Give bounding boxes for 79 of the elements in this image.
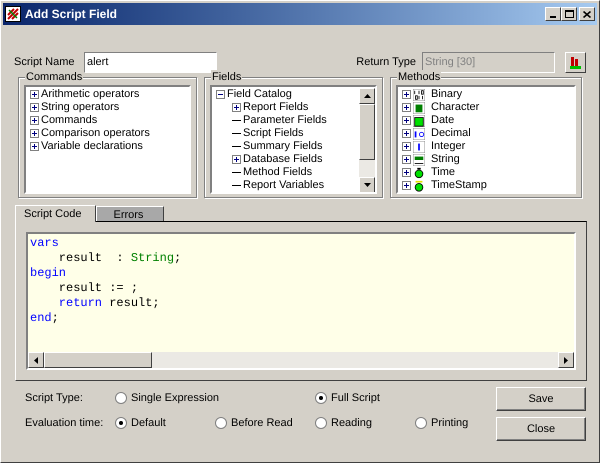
expander-icon[interactable] xyxy=(402,116,411,125)
code-line: return result; xyxy=(58,296,160,311)
return-type-button[interactable] xyxy=(565,52,586,72)
radio-button[interactable] xyxy=(415,417,427,429)
script-name-label: Script Name xyxy=(14,54,76,70)
close-icon xyxy=(583,10,591,18)
tree-line xyxy=(232,146,241,147)
expander-icon[interactable] xyxy=(30,103,39,112)
dialog-button[interactable]: Close xyxy=(496,417,586,441)
tree-list[interactable]: Arithmetic operators String operators Commands Comparison operators Variable declarations xyxy=(24,85,191,194)
dialog-button[interactable]: Save xyxy=(496,387,586,411)
expander-icon[interactable] xyxy=(402,90,411,99)
minimize-icon xyxy=(550,16,556,18)
expander-icon[interactable] xyxy=(402,129,411,138)
app-icon xyxy=(5,6,21,22)
scroll-right-button[interactable] xyxy=(558,352,574,368)
left-arrow-icon xyxy=(34,356,38,364)
code-line: result : String; xyxy=(58,251,182,266)
tab[interactable]: Errors xyxy=(96,206,164,221)
tree-list[interactable]: Field Catalog Report Fields Parameter Fields Script Fields Summary Fields Database Fields Method Fields Report Variables xyxy=(210,85,377,194)
tree-line xyxy=(232,133,241,134)
up-arrow-icon xyxy=(364,94,370,98)
code-line: end; xyxy=(30,311,59,326)
decimal-icon xyxy=(413,128,425,140)
expander-icon[interactable] xyxy=(30,90,39,99)
tab[interactable]: Script Code xyxy=(15,205,96,222)
script-type-label: Script Type: xyxy=(25,390,84,406)
radio-button[interactable] xyxy=(115,417,127,429)
horizontal-scrollbar[interactable] xyxy=(28,352,574,368)
return-type-label: Return Type xyxy=(356,54,416,70)
maximize-icon xyxy=(564,10,574,18)
expander-icon[interactable] xyxy=(402,142,411,151)
radio-label[interactable]: Before Read xyxy=(231,414,293,432)
down-arrow-icon xyxy=(364,183,370,187)
radio-label[interactable]: Printing xyxy=(431,414,468,432)
expander-icon[interactable] xyxy=(232,103,241,112)
expander-icon[interactable] xyxy=(402,168,411,177)
expander-icon[interactable] xyxy=(402,103,411,112)
window-title: Add Script Field xyxy=(25,6,118,23)
expander-icon[interactable] xyxy=(402,155,411,164)
radio-label[interactable]: Single Expression xyxy=(131,390,220,406)
tree-line xyxy=(232,172,241,173)
minimize-button[interactable] xyxy=(545,7,561,21)
scroll-thumb[interactable] xyxy=(44,352,152,368)
radio-button[interactable] xyxy=(315,392,327,404)
code-line: vars xyxy=(30,236,59,251)
evaluation-time-label: Evaluation time: xyxy=(25,416,104,431)
code-editor[interactable]: vars result : String; begin result := ; return result; end; xyxy=(26,232,576,370)
radio-label[interactable]: Default xyxy=(131,414,166,432)
right-arrow-icon xyxy=(564,356,568,364)
expander-icon[interactable] xyxy=(30,116,39,125)
tree-list[interactable]: Binary Character Date Decimal Integer String Time TimeStamp xyxy=(396,85,576,194)
expander-icon[interactable] xyxy=(216,90,225,99)
maximize-button[interactable] xyxy=(561,7,577,21)
integer-icon xyxy=(413,140,425,152)
scroll-down-button[interactable] xyxy=(359,177,375,192)
scroll-up-button[interactable] xyxy=(359,88,375,104)
expander-icon[interactable] xyxy=(232,155,241,164)
character-icon xyxy=(413,102,425,114)
radio-label[interactable]: Full Script xyxy=(331,390,380,406)
expander-icon[interactable] xyxy=(30,129,39,138)
code-line: result := ; xyxy=(58,281,138,296)
radio-label[interactable]: Reading xyxy=(331,414,372,432)
close-button[interactable] xyxy=(579,7,595,21)
vertical-scrollbar[interactable] xyxy=(359,88,375,192)
script-name-field[interactable]: alert xyxy=(84,52,217,72)
radio-button[interactable] xyxy=(315,417,327,429)
tree-line xyxy=(232,120,241,121)
stopwatch-icon xyxy=(413,166,425,178)
radio-button[interactable] xyxy=(215,417,227,429)
scroll-thumb[interactable] xyxy=(359,104,375,160)
expander-icon[interactable] xyxy=(30,142,39,151)
scroll-left-button[interactable] xyxy=(28,352,44,368)
code-line: begin xyxy=(30,266,66,281)
tree-line xyxy=(232,185,241,186)
stopwatch-icon xyxy=(413,180,425,192)
binary-icon xyxy=(413,88,425,100)
expander-icon[interactable] xyxy=(402,181,411,190)
radio-button[interactable] xyxy=(115,392,127,404)
